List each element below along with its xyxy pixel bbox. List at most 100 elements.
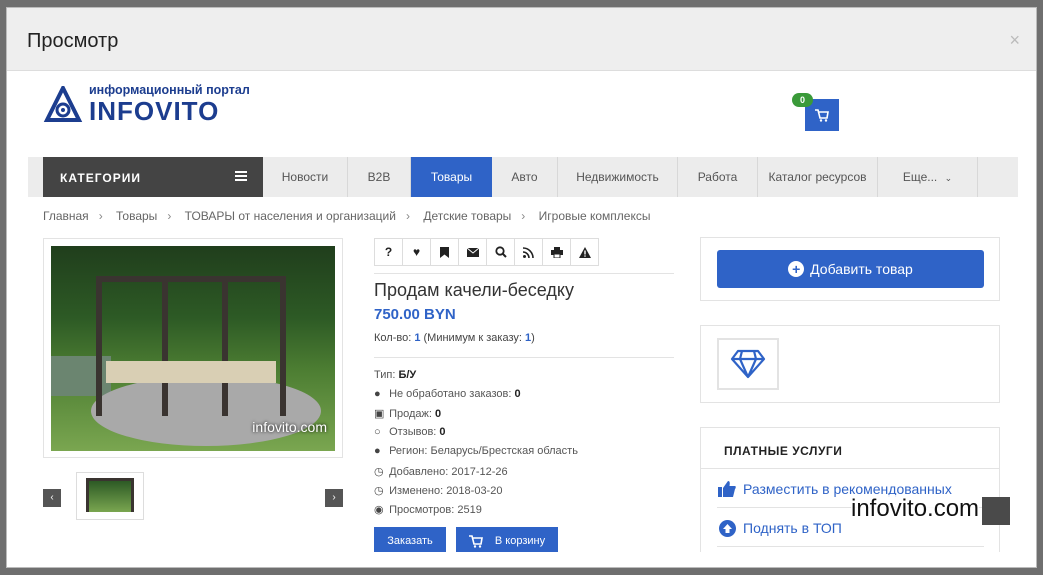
product-price: 750.00 BYN — [374, 306, 456, 323]
breadcrumb: Главная › Товары › ТОВАРЫ от населения и о… — [43, 209, 651, 223]
nav-item-more[interactable]: Еще... ⌄ — [878, 157, 978, 197]
type-value: Б/У — [398, 369, 417, 381]
divider — [374, 357, 674, 358]
order-button[interactable]: Заказать — [374, 527, 446, 552]
add-product-box: + Добавить товар — [700, 237, 1000, 301]
watermark-square — [982, 497, 1010, 525]
nav-item-realty[interactable]: Недвижимость — [558, 157, 678, 197]
breadcrumb-separator: › — [98, 209, 103, 223]
nav-item-goods[interactable]: Товары — [411, 157, 492, 197]
print-icon[interactable] — [542, 238, 571, 266]
envelope-icon[interactable] — [458, 238, 487, 266]
nav-item-news[interactable]: Новости — [263, 157, 348, 197]
thumbs-up-icon — [717, 480, 737, 498]
money-icon: ▣ — [374, 408, 385, 420]
changed-text: Изменено: 2018-03-20 — [389, 485, 503, 497]
logo-title: INFOVITO — [89, 96, 220, 126]
preview-modal: Просмотр × информационный портал INFOVIT… — [6, 7, 1037, 568]
gallery-prev-button[interactable]: ‹ — [43, 489, 61, 507]
orders-label: Не обработано заказов: — [389, 388, 512, 400]
chevron-down-icon: ⌄ — [944, 173, 953, 183]
prop-orders: ● Не обработано заказов: 0 — [374, 388, 521, 400]
add-to-cart-label: В корзину — [494, 535, 546, 547]
min-order-label: (Минимум к заказу: — [423, 332, 522, 344]
sales-label: Продаж: — [389, 408, 432, 420]
prop-type: Тип: Б/У — [374, 369, 416, 381]
preview-frame: информационный портал INFOVITO 0 КАТЕГОР… — [28, 78, 1018, 552]
qty-label: Кол-во: — [374, 332, 412, 344]
added-text: Добавлено: 2017-12-26 — [389, 466, 508, 478]
paid-services-box: ПЛАТНЫЕ УСЛУГИ Разместить в рекомендован… — [700, 427, 1000, 552]
product-title: Продам качели-беседку — [374, 280, 574, 300]
breadcrumb-item[interactable]: ТОВАРЫ от населения и организаций — [185, 209, 396, 223]
sales-value: 0 — [434, 408, 442, 420]
menu-icon — [235, 171, 247, 181]
breadcrumb-item[interactable]: Детские товары — [423, 209, 511, 223]
page-watermark: infovito.com — [851, 495, 980, 523]
prop-views: ◉ Просмотров: 2519 — [374, 503, 482, 516]
prop-sales: ▣ Продаж: 0 — [374, 407, 441, 420]
nav-item-catalog[interactable]: Каталог ресурсов — [758, 157, 878, 197]
add-product-label: Добавить товар — [810, 261, 913, 277]
categories-label: КАТЕГОРИИ — [60, 171, 141, 185]
product-quantity: Кол-во: 1 (Минимум к заказу: 1) — [374, 332, 535, 344]
plus-circle-icon: + — [788, 261, 805, 277]
cart-icon — [468, 534, 483, 548]
product-photo[interactable]: infovito.com — [51, 246, 335, 451]
prop-changed: ◷ Изменено: 2018-03-20 — [374, 484, 502, 497]
close-icon[interactable]: × — [1009, 30, 1020, 51]
premium-button[interactable] — [717, 338, 779, 390]
clock-icon: ◷ — [374, 485, 384, 497]
prop-reviews: ○ Отзывов: 0 — [374, 426, 446, 438]
cart-count-badge: 0 — [792, 93, 813, 107]
logo-emblem-icon — [43, 86, 83, 122]
bookmark-icon[interactable] — [430, 238, 459, 266]
divider — [717, 546, 984, 547]
main-nav: КАТЕГОРИИ Новости B2B Товары Авто Недвиж… — [28, 157, 1018, 197]
logo[interactable]: информационный портал INFOVITO — [43, 82, 263, 128]
gallery-thumbnail[interactable] — [76, 472, 144, 520]
add-product-button[interactable]: + Добавить товар — [717, 250, 984, 288]
bump-to-top-label: Поднять в ТОП — [743, 520, 842, 536]
add-to-cart-button[interactable]: В корзину — [456, 527, 558, 552]
question-icon[interactable]: ? — [374, 238, 403, 266]
prop-region: ● Регион: Беларусь/Брестская область — [374, 445, 578, 457]
reviews-label: Отзывов: — [389, 426, 437, 438]
gallery-next-button[interactable]: › — [325, 489, 343, 507]
product-toolbar: ? ♥ — [374, 238, 599, 266]
reviews-value: 0 — [439, 426, 446, 438]
globe-icon: ● — [374, 445, 381, 457]
breadcrumb-item[interactable]: Главная — [43, 209, 89, 223]
order-button-label: Заказать — [387, 535, 433, 547]
heart-icon[interactable]: ♥ — [402, 238, 431, 266]
photo-pergola — [96, 276, 286, 416]
region-text: Регион: Беларусь/Брестская область — [389, 445, 578, 457]
arrow-up-circle-icon — [717, 519, 737, 537]
eye-icon: ◉ — [374, 504, 384, 516]
nav-item-jobs[interactable]: Работа — [678, 157, 758, 197]
modal-title: Просмотр — [27, 30, 119, 52]
chevron-left-icon: ‹ — [50, 492, 54, 503]
qty-value: 1 — [414, 332, 421, 344]
premium-box — [700, 325, 1000, 403]
cart-icon — [815, 108, 829, 122]
clock-icon: ◷ — [374, 466, 384, 478]
warning-icon[interactable] — [570, 238, 599, 266]
info-icon: ● — [374, 388, 381, 400]
nav-item-auto[interactable]: Авто — [492, 157, 558, 197]
search-icon[interactable] — [486, 238, 515, 266]
nav-item-b2b[interactable]: B2B — [348, 157, 411, 197]
breadcrumb-item[interactable]: Игровые комплексы — [539, 209, 651, 223]
photo-watermark: infovito.com — [252, 419, 327, 435]
logo-subtitle: информационный портал — [89, 83, 250, 97]
bump-to-top-link[interactable]: Поднять в ТОП — [717, 519, 842, 537]
breadcrumb-separator: › — [167, 209, 172, 223]
rss-icon[interactable] — [514, 238, 543, 266]
divider — [374, 273, 674, 274]
breadcrumb-separator: › — [521, 209, 526, 223]
chevron-right-icon: › — [332, 492, 336, 503]
photo-benches — [106, 361, 276, 383]
modal-header: Просмотр × — [7, 8, 1036, 71]
categories-button[interactable]: КАТЕГОРИИ — [43, 157, 263, 197]
breadcrumb-item[interactable]: Товары — [116, 209, 157, 223]
